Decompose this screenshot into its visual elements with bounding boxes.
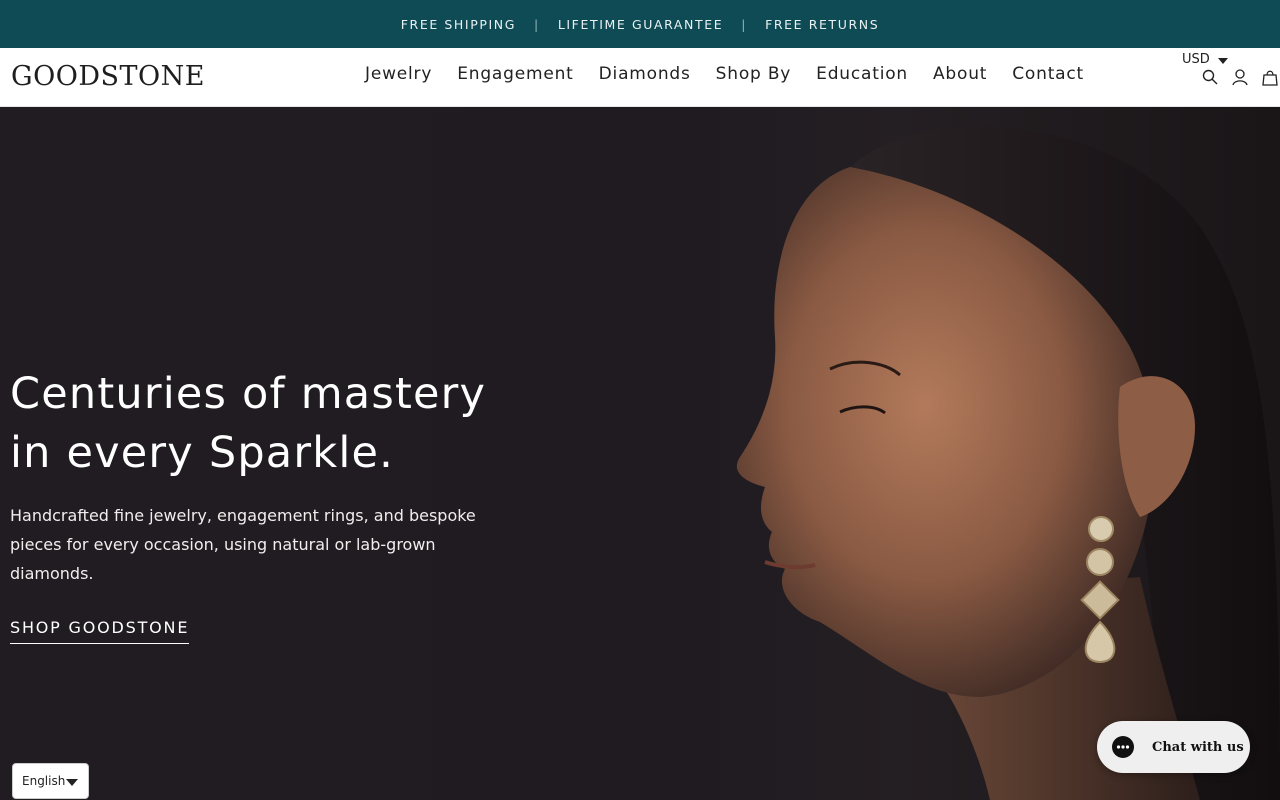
nav-item-contact[interactable]: Contact: [1012, 64, 1084, 84]
language-selector[interactable]: English: [12, 763, 89, 799]
nav-item-about[interactable]: About: [933, 64, 987, 84]
chevron-down-icon: [1218, 58, 1228, 64]
hero-headline: Centuries of mastery in every Sparkle.: [10, 365, 530, 483]
announcement-separator: |: [741, 16, 748, 32]
shop-goodstone-link[interactable]: SHOP GOODSTONE: [10, 618, 190, 644]
chevron-down-icon: [66, 779, 78, 786]
announcement-lifetime-guarantee: LIFETIME GUARANTEE: [557, 16, 724, 32]
currency-selector[interactable]: USD: [1164, 48, 1240, 70]
hero-section: Centuries of mastery in every Sparkle. H…: [0, 107, 1280, 800]
announcement-free-shipping: FREE SHIPPING: [400, 16, 517, 32]
nav-item-shop-by[interactable]: Shop By: [716, 64, 791, 84]
announcement-bar: FREE SHIPPING | LIFETIME GUARANTEE | FRE…: [0, 0, 1280, 48]
site-header: GOODSTONE Jewelry Engagement Diamonds Sh…: [0, 48, 1280, 107]
hero-headline-line-2: in every Sparkle.: [10, 428, 395, 478]
account-icon[interactable]: [1231, 68, 1249, 86]
search-icon[interactable]: [1201, 68, 1219, 86]
nav-item-education[interactable]: Education: [816, 64, 908, 84]
nav-item-jewelry[interactable]: Jewelry: [365, 64, 432, 84]
main-nav: Jewelry Engagement Diamonds Shop By Educ…: [365, 64, 1109, 84]
chat-widget-button[interactable]: Chat with us: [1097, 721, 1250, 773]
announcement-separator: |: [534, 16, 540, 32]
hero-subcopy: Handcrafted fine jewelry, engagement rin…: [10, 506, 476, 583]
hero-portrait-image: [736, 126, 1280, 800]
announcement-free-returns: FREE RETURNS: [765, 16, 880, 32]
chat-bubble-icon: [1112, 736, 1134, 758]
nav-item-diamonds[interactable]: Diamonds: [599, 64, 691, 84]
cart-icon[interactable]: [1261, 68, 1279, 86]
currency-value: USD: [1182, 51, 1210, 67]
nav-item-engagement[interactable]: Engagement: [457, 64, 573, 84]
chat-label: Chat with us: [1152, 739, 1244, 755]
logo[interactable]: GOODSTONE: [11, 61, 205, 92]
hero-headline-line-1: Centuries of mastery: [10, 369, 487, 419]
language-value: English: [22, 774, 66, 788]
